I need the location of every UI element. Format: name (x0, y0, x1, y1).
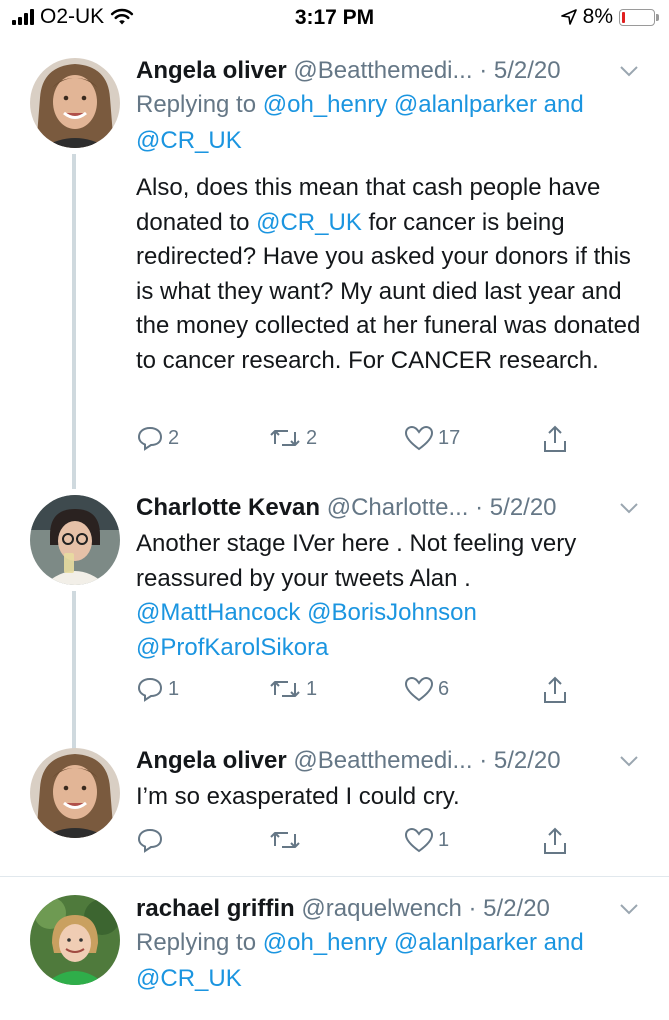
avatar[interactable] (30, 895, 120, 985)
mention-link[interactable]: @CR_UK (136, 127, 242, 154)
retweet-icon (270, 832, 300, 848)
chevron-down-icon[interactable] (617, 746, 641, 776)
heart-icon (404, 425, 434, 451)
location-arrow-icon (560, 9, 577, 25)
replying-to: Replying to @oh_henry @alanlparker and @… (136, 87, 655, 159)
tweet-actions: 1 (136, 826, 649, 860)
tweet-header: rachael griffin @raquelwench · 5/2/20 (136, 894, 655, 924)
like-button[interactable]: 1 (404, 826, 449, 854)
mention-link[interactable]: @CR_UK (256, 209, 362, 236)
tweet-date: · 5/2/20 (479, 747, 561, 774)
reply-icon (137, 426, 163, 451)
share-icon (544, 425, 566, 452)
avatar[interactable] (30, 58, 120, 148)
reply-button[interactable] (136, 826, 168, 854)
share-icon (544, 676, 566, 703)
retweet-button[interactable]: 2 (268, 424, 317, 452)
share-button[interactable] (540, 675, 570, 705)
mention-link[interactable]: @ProfKarolSikora (136, 634, 328, 661)
share-icon (544, 827, 566, 854)
retweet-count: 2 (306, 426, 318, 449)
chevron-down-icon[interactable] (617, 493, 641, 523)
mention-link[interactable]: @BorisJohnson (307, 599, 477, 626)
status-bar: O2-UK 3:17 PM 8% (0, 0, 669, 36)
reply-count: 2 (168, 426, 180, 449)
author-name[interactable]: Angela oliver (136, 747, 287, 774)
tweet[interactable]: Angela oliver @Beatthemedi... · 5/2/20 I… (0, 736, 669, 876)
tweet-actions: 2 2 17 (136, 424, 649, 458)
tweet[interactable]: Angela oliver @Beatthemedi... · 5/2/20 R… (0, 36, 669, 489)
like-count: 6 (438, 677, 450, 700)
retweet-icon (270, 681, 300, 697)
mention-link[interactable]: @alanlparker (394, 91, 537, 118)
like-count: 1 (438, 828, 450, 851)
tweet-text: I’m so exasperated I could cry. (136, 780, 651, 815)
author-handle[interactable]: @Charlotte... (327, 494, 469, 521)
tweet-date: · 5/2/20 (479, 57, 561, 84)
mention-link[interactable]: @oh_henry (263, 91, 387, 118)
author-name[interactable]: rachael griffin (136, 895, 295, 922)
battery-percent: 8% (582, 5, 613, 28)
tweet-text-part: I’m so exasperated I could cry. (136, 783, 460, 810)
share-button[interactable] (540, 424, 570, 454)
reply-icon (137, 828, 163, 853)
and-others-link[interactable]: and (544, 929, 584, 956)
reply-button[interactable]: 2 (136, 424, 179, 452)
tweet-date: · 5/2/20 (468, 895, 550, 922)
tweet-text-part: Another stage IVer here . Not feeling ve… (136, 530, 577, 592)
reply-button[interactable]: 1 (136, 675, 179, 703)
and-others-link[interactable]: and (544, 91, 584, 118)
mention-link[interactable]: @alanlparker (394, 929, 537, 956)
avatar[interactable] (30, 495, 120, 585)
avatar[interactable] (30, 748, 120, 838)
like-button[interactable]: 6 (404, 675, 449, 703)
reply-count: 1 (168, 677, 180, 700)
retweet-button[interactable]: 1 (268, 675, 317, 703)
replying-prefix: Replying to (136, 91, 257, 118)
chevron-down-icon[interactable] (617, 56, 641, 86)
tweet-actions: 1 1 6 (136, 675, 649, 709)
author-handle[interactable]: @raquelwench (301, 895, 461, 922)
retweet-icon (270, 430, 300, 446)
chevron-down-icon[interactable] (617, 894, 641, 924)
like-count: 17 (438, 426, 461, 449)
tweet-date: · 5/2/20 (475, 494, 557, 521)
replying-to: Replying to @oh_henry @alanlparker and @… (136, 925, 655, 997)
like-button[interactable]: 17 (404, 424, 460, 452)
retweet-count: 1 (306, 677, 318, 700)
mention-link[interactable]: @oh_henry (263, 929, 387, 956)
tweet-header: Angela oliver @Beatthemedi... · 5/2/20 (136, 746, 655, 776)
thread-line (72, 154, 76, 489)
author-handle[interactable]: @Beatthemedi... (293, 747, 472, 774)
mention-link[interactable]: @CR_UK (136, 965, 242, 992)
author-handle[interactable]: @Beatthemedi... (293, 57, 472, 84)
heart-icon (404, 676, 434, 702)
reply-icon (137, 677, 163, 702)
tweet-header: Angela oliver @Beatthemedi... · 5/2/20 (136, 56, 655, 86)
share-button[interactable] (540, 826, 570, 856)
tweet-text: Another stage IVer here . Not feeling ve… (136, 527, 651, 665)
battery-icon (619, 8, 659, 26)
tweet[interactable]: rachael griffin @raquelwench · 5/2/20 Re… (0, 877, 669, 1020)
author-name[interactable]: Charlotte Kevan (136, 494, 320, 521)
retweet-button[interactable] (268, 826, 306, 854)
tweet-header: Charlotte Kevan @Charlotte... · 5/2/20 (136, 493, 655, 523)
thread-line (72, 591, 76, 749)
replying-prefix: Replying to (136, 929, 257, 956)
tweet[interactable]: Charlotte Kevan @Charlotte... · 5/2/20 A… (0, 483, 669, 749)
mention-link[interactable]: @MattHancock (136, 599, 300, 626)
author-name[interactable]: Angela oliver (136, 57, 287, 84)
heart-icon (404, 827, 434, 853)
tweet-text: Also, does this mean that cash people ha… (136, 171, 651, 378)
